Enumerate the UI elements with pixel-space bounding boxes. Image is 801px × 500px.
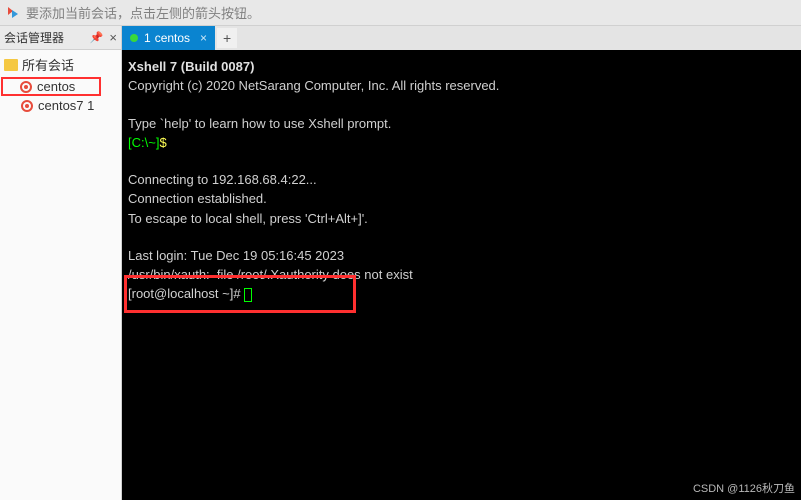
flag-icon	[6, 6, 20, 20]
tree-label: centos	[37, 79, 75, 94]
terminal-line: Xshell 7 (Build 0087)	[128, 59, 254, 74]
tree-item-centos[interactable]: centos	[1, 77, 101, 96]
tab-label: centos	[155, 31, 190, 45]
sidebar-title: 会话管理器	[4, 29, 86, 46]
terminal-line: Connecting to 192.168.68.4:22...	[128, 172, 317, 187]
terminal-line: Type `help' to learn how to use Xshell p…	[128, 116, 391, 131]
tab-centos[interactable]: 1 centos ×	[122, 26, 215, 50]
hint-text: 要添加当前会话，点击左侧的箭头按钮。	[26, 3, 260, 22]
sidebar-header: 会话管理器 📌 ×	[0, 26, 121, 50]
terminal[interactable]: Xshell 7 (Build 0087) Copyright (c) 2020…	[122, 50, 801, 500]
cursor-icon	[244, 288, 252, 302]
tab-index: 1	[144, 31, 151, 45]
content-area: 1 centos × + Xshell 7 (Build 0087) Copyr…	[122, 26, 801, 500]
terminal-line: Connection established.	[128, 191, 267, 206]
main-area: 会话管理器 📌 × 所有会话 centos centos7 1 1	[0, 26, 801, 500]
sidebar-close-button[interactable]: ×	[109, 30, 117, 45]
session-icon	[19, 80, 33, 94]
terminal-line: Last login: Tue Dec 19 05:16:45 2023	[128, 248, 344, 263]
session-tree: 所有会话 centos centos7 1	[0, 50, 121, 118]
pin-icon[interactable]: 📌	[90, 31, 104, 44]
new-tab-button[interactable]: +	[217, 28, 237, 48]
terminal-line: To escape to local shell, press 'Ctrl+Al…	[128, 211, 368, 226]
prompt-dollar: $	[159, 135, 166, 150]
tab-close-button[interactable]: ×	[200, 31, 207, 45]
tree-label: centos7 1	[38, 98, 94, 113]
prompt-local: [C:\~]	[128, 135, 159, 150]
watermark: CSDN @1126秋刀鱼	[693, 480, 795, 496]
terminal-line: Copyright (c) 2020 NetSarang Computer, I…	[128, 78, 499, 93]
hint-bar: 要添加当前会话，点击左侧的箭头按钮。	[0, 0, 801, 26]
terminal-line: /usr/bin/xauth: file /root/.Xauthority d…	[128, 267, 413, 282]
session-manager-panel: 会话管理器 📌 × 所有会话 centos centos7 1	[0, 26, 122, 500]
session-icon	[20, 99, 34, 113]
tree-item-centos7[interactable]: centos7 1	[2, 97, 119, 114]
tree-item-all-sessions[interactable]: 所有会话	[2, 54, 119, 75]
tree-label: 所有会话	[22, 55, 74, 74]
folder-icon	[4, 59, 18, 71]
status-dot-icon	[130, 34, 138, 42]
prompt-remote: [root@localhost ~]#	[128, 286, 244, 301]
tab-bar: 1 centos × +	[122, 26, 801, 50]
